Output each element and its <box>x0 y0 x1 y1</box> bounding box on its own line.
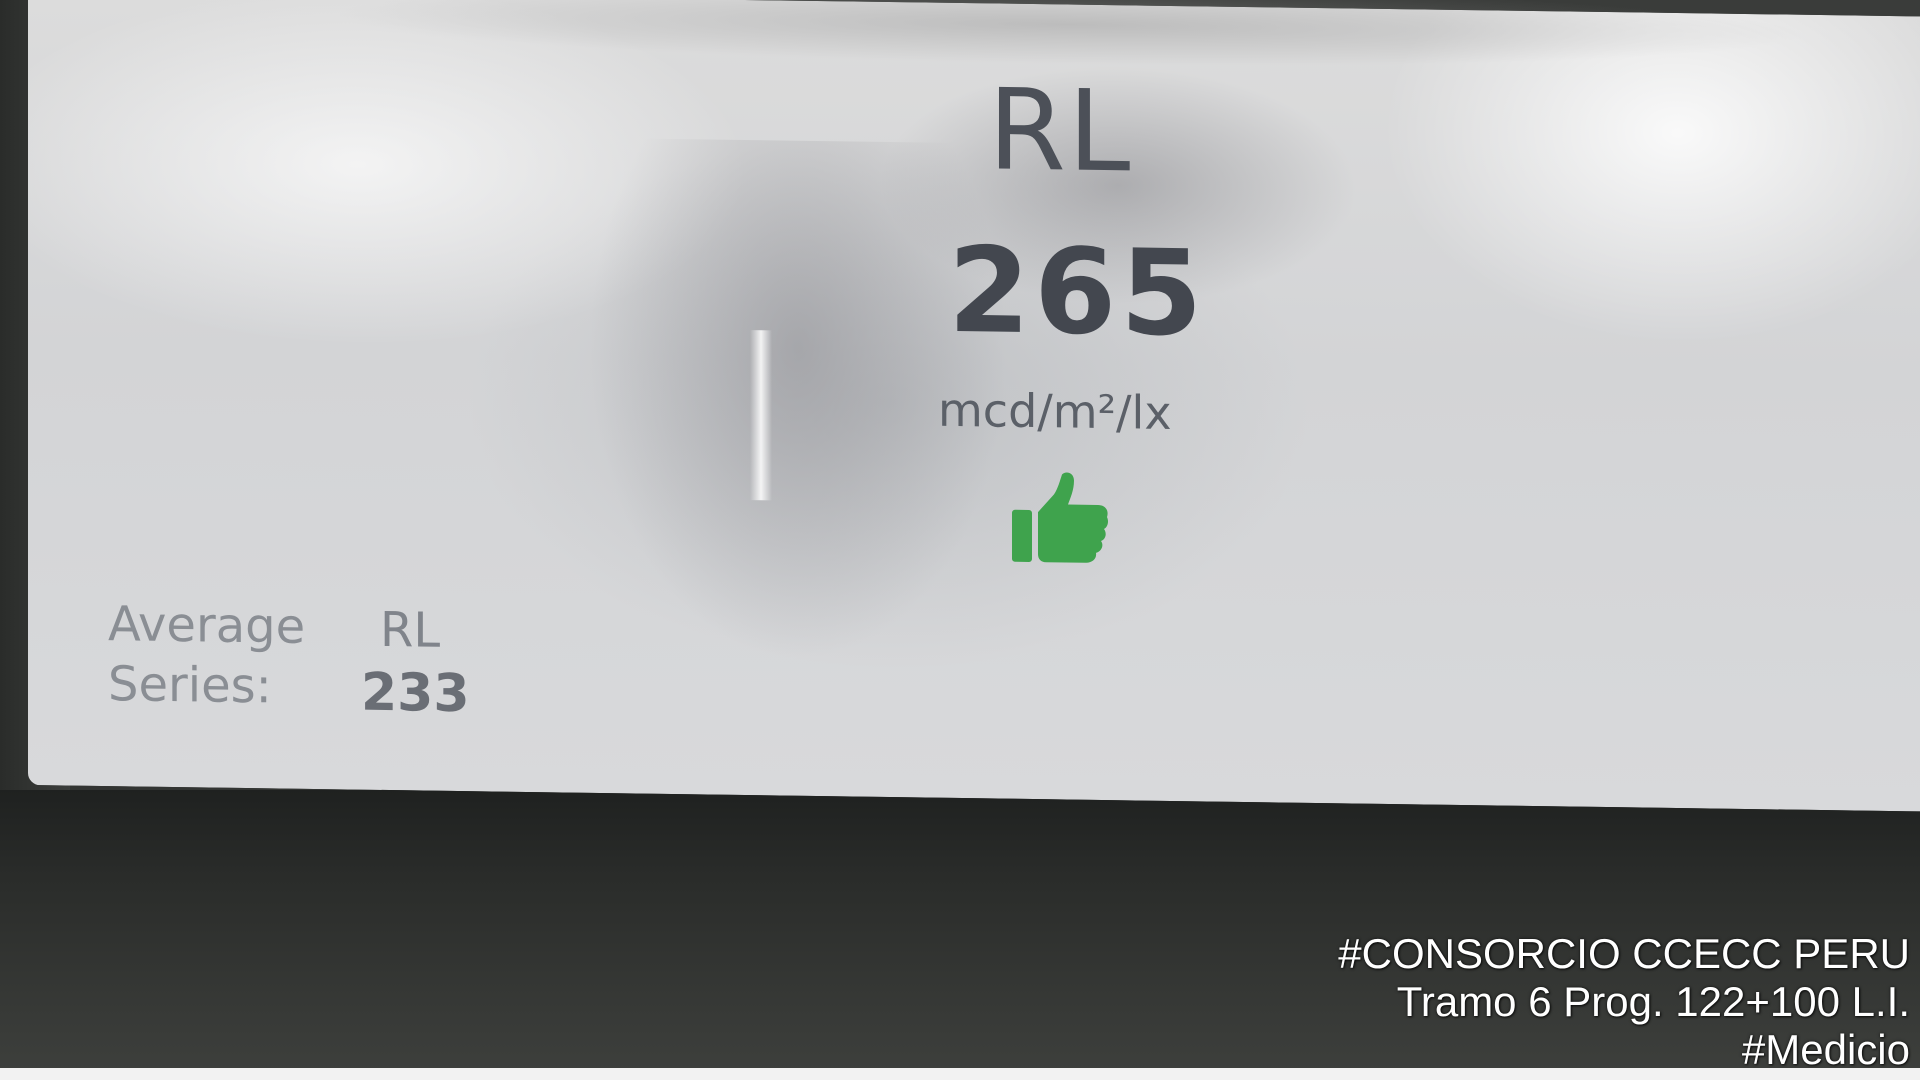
watermark-line1: #CONSORCIO CCECC PERU <box>1338 930 1910 977</box>
photo-border <box>0 1068 1920 1080</box>
average-series-label: Average Series: <box>108 594 305 717</box>
average-parameter: RL <box>380 601 441 659</box>
average-label-line1: Average <box>108 596 306 655</box>
average-label-line2: Series: <box>108 656 272 715</box>
thumbs-up-icon <box>1012 472 1108 563</box>
parameter-name: RL <box>988 65 1133 198</box>
screen-reflection <box>750 330 772 501</box>
watermark-line2: Tramo 6 Prog. 122+100 L.I. <box>1396 978 1910 1025</box>
measurement-unit: mcd/m²/lx <box>938 382 1172 440</box>
photo-watermark: #CONSORCIO CCECC PERU Tramo 6 Prog. 122+… <box>1338 930 1910 1074</box>
average-value: 233 <box>361 662 470 725</box>
lcd-screen: RL 265 mcd/m²/lx Average Series: RL 233 <box>28 0 1920 812</box>
photo: RL 265 mcd/m²/lx Average Series: RL 233 … <box>0 0 1920 1080</box>
watermark-line3: #Medicio <box>1741 1026 1910 1073</box>
measurement-value: 265 <box>948 220 1207 363</box>
